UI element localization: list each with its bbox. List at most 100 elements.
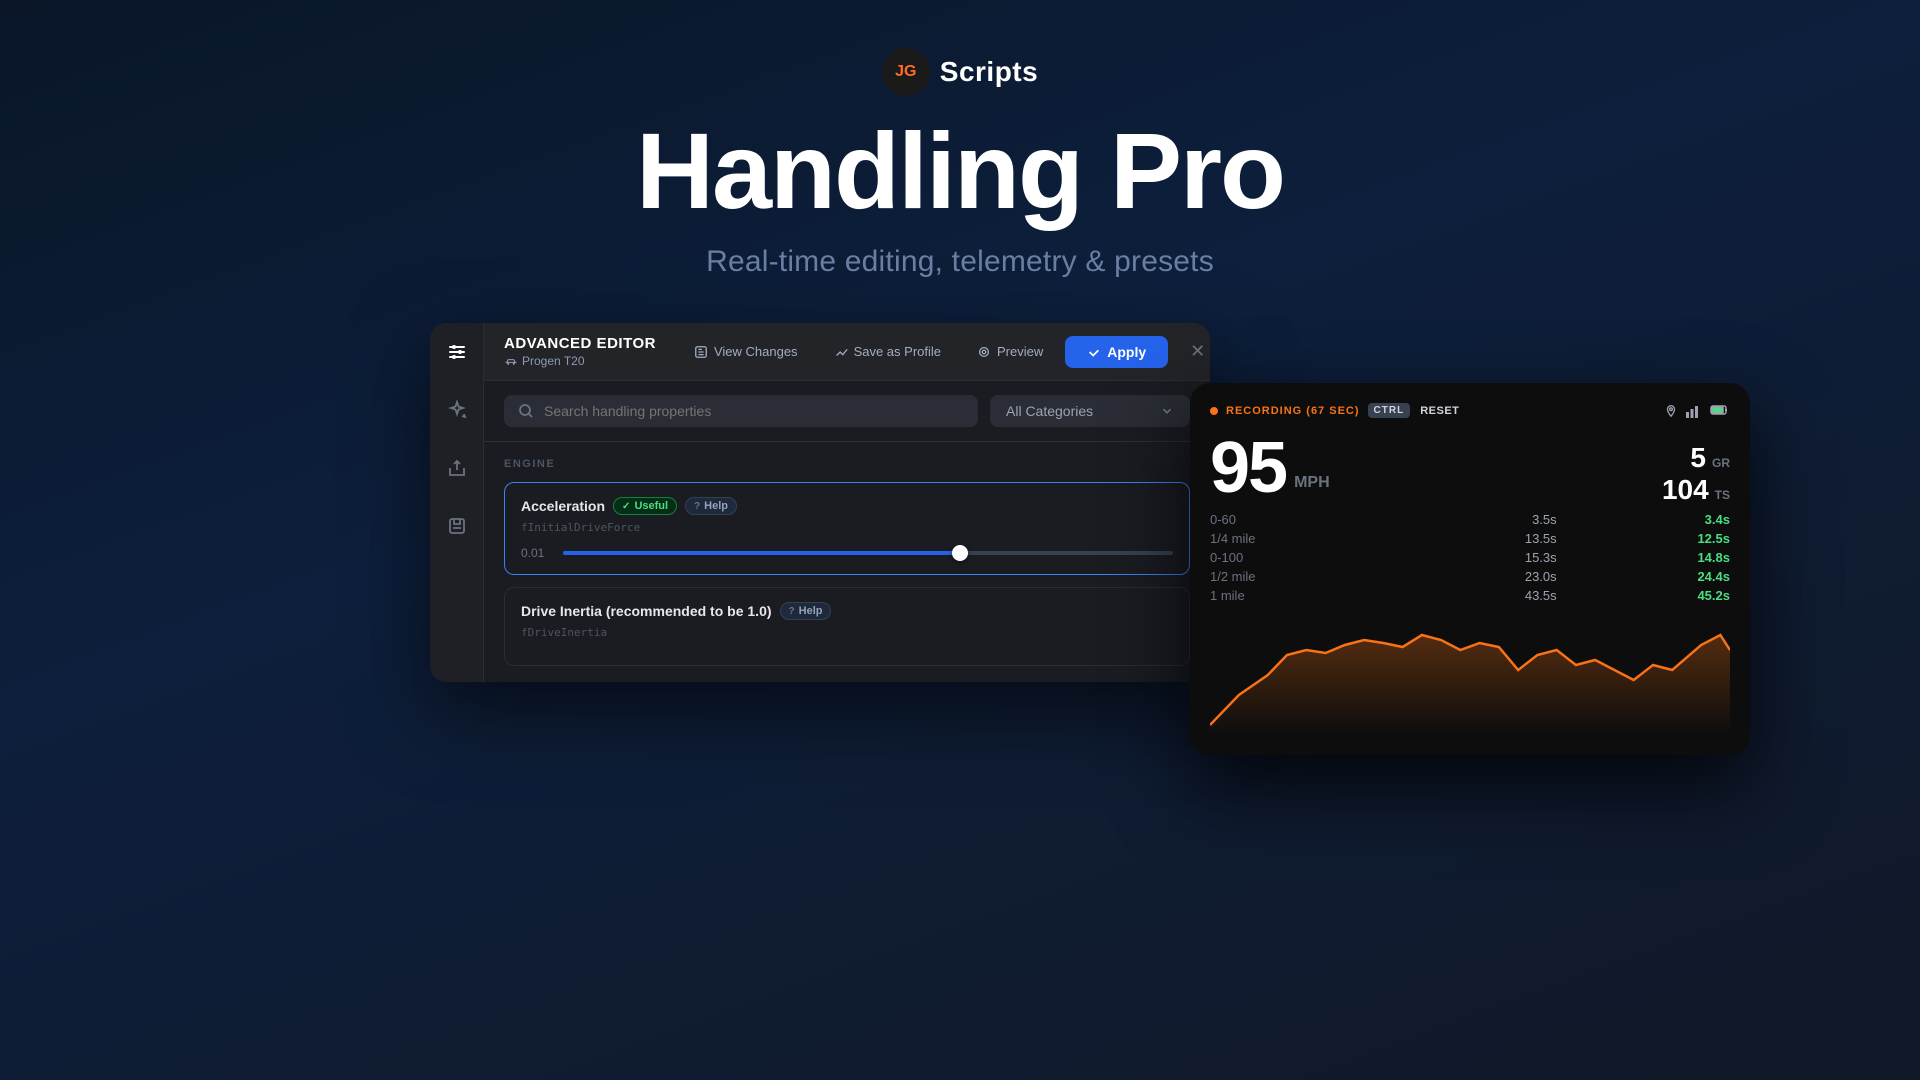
editor-content: ENGINE Acceleration ✓ Useful ? Help	[484, 442, 1210, 682]
app-wrapper: JG Scripts Handling Pro Real-time editin…	[0, 0, 1920, 682]
badge-help-acceleration: ? Help	[685, 497, 737, 515]
preview-button[interactable]: Preview	[963, 337, 1057, 366]
battery-icon	[1710, 404, 1730, 416]
ts-value: 104	[1662, 476, 1709, 504]
apply-checkmark-icon	[1087, 345, 1101, 359]
slider-container-acceleration: 0.01	[521, 546, 1173, 560]
vehicle-icon	[504, 354, 518, 368]
editor-top-bar: ADVANCED EDITOR Progen T20	[484, 323, 1210, 381]
property-code-acceleration: fInitialDriveForce	[521, 521, 1173, 534]
hero-title: Handling Pro	[636, 114, 1284, 227]
stat-label: 0-60	[1210, 512, 1383, 527]
property-header-drive-inertia: Drive Inertia (recommended to be 1.0) ? …	[521, 602, 1173, 620]
speed-value: 95	[1210, 432, 1286, 504]
vehicle-name: Progen T20	[522, 354, 585, 368]
property-header-acceleration: Acceleration ✓ Useful ? Help	[521, 497, 1173, 515]
property-code-drive-inertia: fDriveInertia	[521, 626, 1173, 639]
gear-display: 5 GR	[1690, 444, 1730, 472]
apply-label: Apply	[1107, 344, 1146, 360]
sidebar-icon-editor[interactable]	[442, 337, 472, 367]
editor-vehicle: Progen T20	[504, 354, 656, 368]
preview-label: Preview	[997, 344, 1043, 359]
logo-text: JG	[895, 63, 916, 81]
recording-dot-icon	[1210, 407, 1218, 415]
property-name-drive-inertia: Drive Inertia (recommended to be 1.0)	[521, 603, 772, 619]
sidebar-icon-save[interactable]	[442, 511, 472, 541]
stat-base: 13.5s	[1383, 531, 1556, 546]
category-select[interactable]: All Categories	[990, 395, 1190, 427]
search-section: All Categories	[484, 381, 1210, 442]
recording-badge: RECORDING (67 SEC) CTRL RESET	[1210, 403, 1459, 418]
view-changes-icon	[694, 345, 708, 359]
save-profile-label: Save as Profile	[854, 344, 941, 359]
property-card-acceleration: Acceleration ✓ Useful ? Help fInitialDri…	[504, 482, 1190, 575]
brand-bar: JG Scripts	[882, 48, 1038, 96]
slider-min-value: 0.01	[521, 546, 551, 560]
category-label: All Categories	[1006, 403, 1093, 419]
close-button[interactable]: ✕	[1184, 335, 1210, 368]
stat-label: 1 mile	[1210, 588, 1383, 603]
signal-icon	[1686, 404, 1702, 418]
telemetry-chart	[1210, 615, 1730, 735]
sidebar-icon-export[interactable]	[442, 453, 472, 483]
ts-display: 104 TS	[1662, 476, 1730, 504]
search-input[interactable]	[544, 403, 964, 419]
sidebar-icon-effects[interactable]	[442, 395, 472, 425]
stat-current: 45.2s	[1557, 588, 1730, 603]
gear-ts-display: 5 GR 104 TS	[1662, 444, 1730, 504]
stat-current: 24.4s	[1557, 569, 1730, 584]
stat-label: 1/4 mile	[1210, 531, 1383, 546]
sidebar-icon-bar	[430, 323, 484, 682]
stat-label: 1/2 mile	[1210, 569, 1383, 584]
telemetry-header: RECORDING (67 SEC) CTRL RESET	[1210, 403, 1730, 418]
brand-logo: JG	[882, 48, 930, 96]
recording-label: RECORDING (67 SEC)	[1226, 405, 1360, 417]
slider-thumb-acceleration[interactable]	[952, 545, 968, 561]
speed-display: 95 MPH	[1210, 432, 1330, 504]
editor-panel: ADVANCED EDITOR Progen T20	[430, 323, 1210, 682]
chart-area	[1210, 615, 1730, 735]
view-changes-label: View Changes	[714, 344, 798, 359]
view-changes-button[interactable]: View Changes	[680, 337, 812, 366]
slider-track-acceleration[interactable]	[563, 551, 1173, 555]
stat-current: 3.4s	[1557, 512, 1730, 527]
stat-label: 0-100	[1210, 550, 1383, 565]
stat-current: 12.5s	[1557, 531, 1730, 546]
stat-base: 23.0s	[1383, 569, 1556, 584]
search-box[interactable]	[504, 395, 978, 427]
stats-table: 0-603.5s3.4s 1/4 mile13.5s12.5s 0-10015.3s…	[1210, 512, 1730, 603]
ts-label: TS	[1715, 488, 1730, 502]
showcase-area: ADVANCED EDITOR Progen T20	[430, 323, 1490, 682]
save-profile-icon	[834, 345, 848, 359]
location-icon	[1664, 404, 1678, 418]
speed-section: 95 MPH 5 GR 104 TS	[1210, 432, 1730, 504]
save-profile-button[interactable]: Save as Profile	[820, 337, 955, 366]
toolbar-actions: View Changes Save as Profile	[680, 335, 1210, 368]
chevron-down-icon	[1160, 404, 1174, 418]
gear-label: GR	[1712, 456, 1730, 470]
preview-icon	[977, 345, 991, 359]
stat-current: 14.8s	[1557, 550, 1730, 565]
stat-base: 15.3s	[1383, 550, 1556, 565]
search-icon	[518, 403, 534, 419]
editor-main: ADVANCED EDITOR Progen T20	[484, 323, 1210, 682]
gear-value: 5	[1690, 444, 1706, 472]
brand-name: Scripts	[940, 56, 1038, 88]
badge-help-drive-inertia: ? Help	[780, 602, 832, 620]
hero-subtitle: Real-time editing, telemetry & presets	[706, 245, 1214, 279]
slider-fill-acceleration	[563, 551, 960, 555]
property-name-acceleration: Acceleration	[521, 498, 605, 514]
speed-unit: MPH	[1294, 474, 1330, 492]
stat-base: 43.5s	[1383, 588, 1556, 603]
telemetry-panel: RECORDING (67 SEC) CTRL RESET	[1190, 383, 1750, 755]
section-engine-label: ENGINE	[504, 458, 1190, 470]
ctrl-badge: CTRL	[1368, 403, 1411, 418]
editor-title-section: ADVANCED EDITOR Progen T20	[504, 335, 656, 368]
stat-base: 3.5s	[1383, 512, 1556, 527]
property-card-drive-inertia: Drive Inertia (recommended to be 1.0) ? …	[504, 587, 1190, 666]
badge-useful: ✓ Useful	[613, 497, 677, 515]
apply-button[interactable]: Apply	[1065, 336, 1168, 368]
editor-title: ADVANCED EDITOR	[504, 335, 656, 352]
telemetry-icons	[1664, 404, 1730, 418]
reset-label[interactable]: RESET	[1420, 405, 1459, 417]
